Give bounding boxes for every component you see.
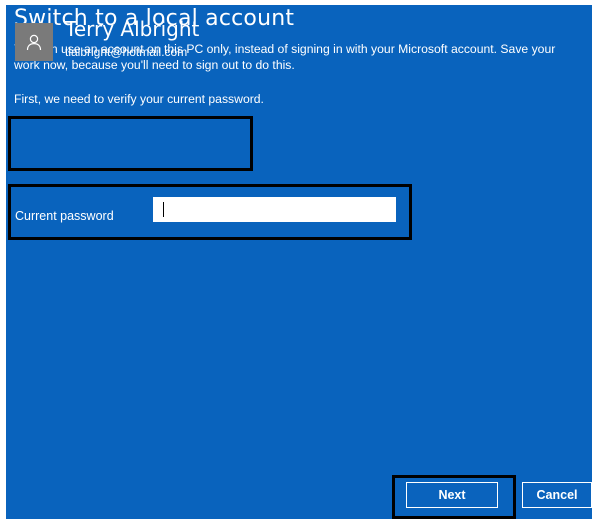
current-password-input[interactable] bbox=[153, 197, 396, 222]
user-highlight-box bbox=[8, 116, 253, 171]
switch-account-dialog: Switch to a local account You can use an… bbox=[6, 5, 592, 519]
person-icon bbox=[26, 34, 42, 51]
user-email: tlalbright@hotmail.com bbox=[65, 45, 188, 59]
avatar bbox=[15, 23, 53, 61]
user-name: Terry Albright bbox=[65, 17, 200, 41]
verify-instruction: First, we need to verify your current pa… bbox=[14, 92, 264, 106]
next-button[interactable]: Next bbox=[406, 482, 498, 508]
password-label: Current password bbox=[15, 209, 114, 223]
cancel-button[interactable]: Cancel bbox=[522, 482, 592, 508]
text-caret bbox=[163, 202, 164, 217]
